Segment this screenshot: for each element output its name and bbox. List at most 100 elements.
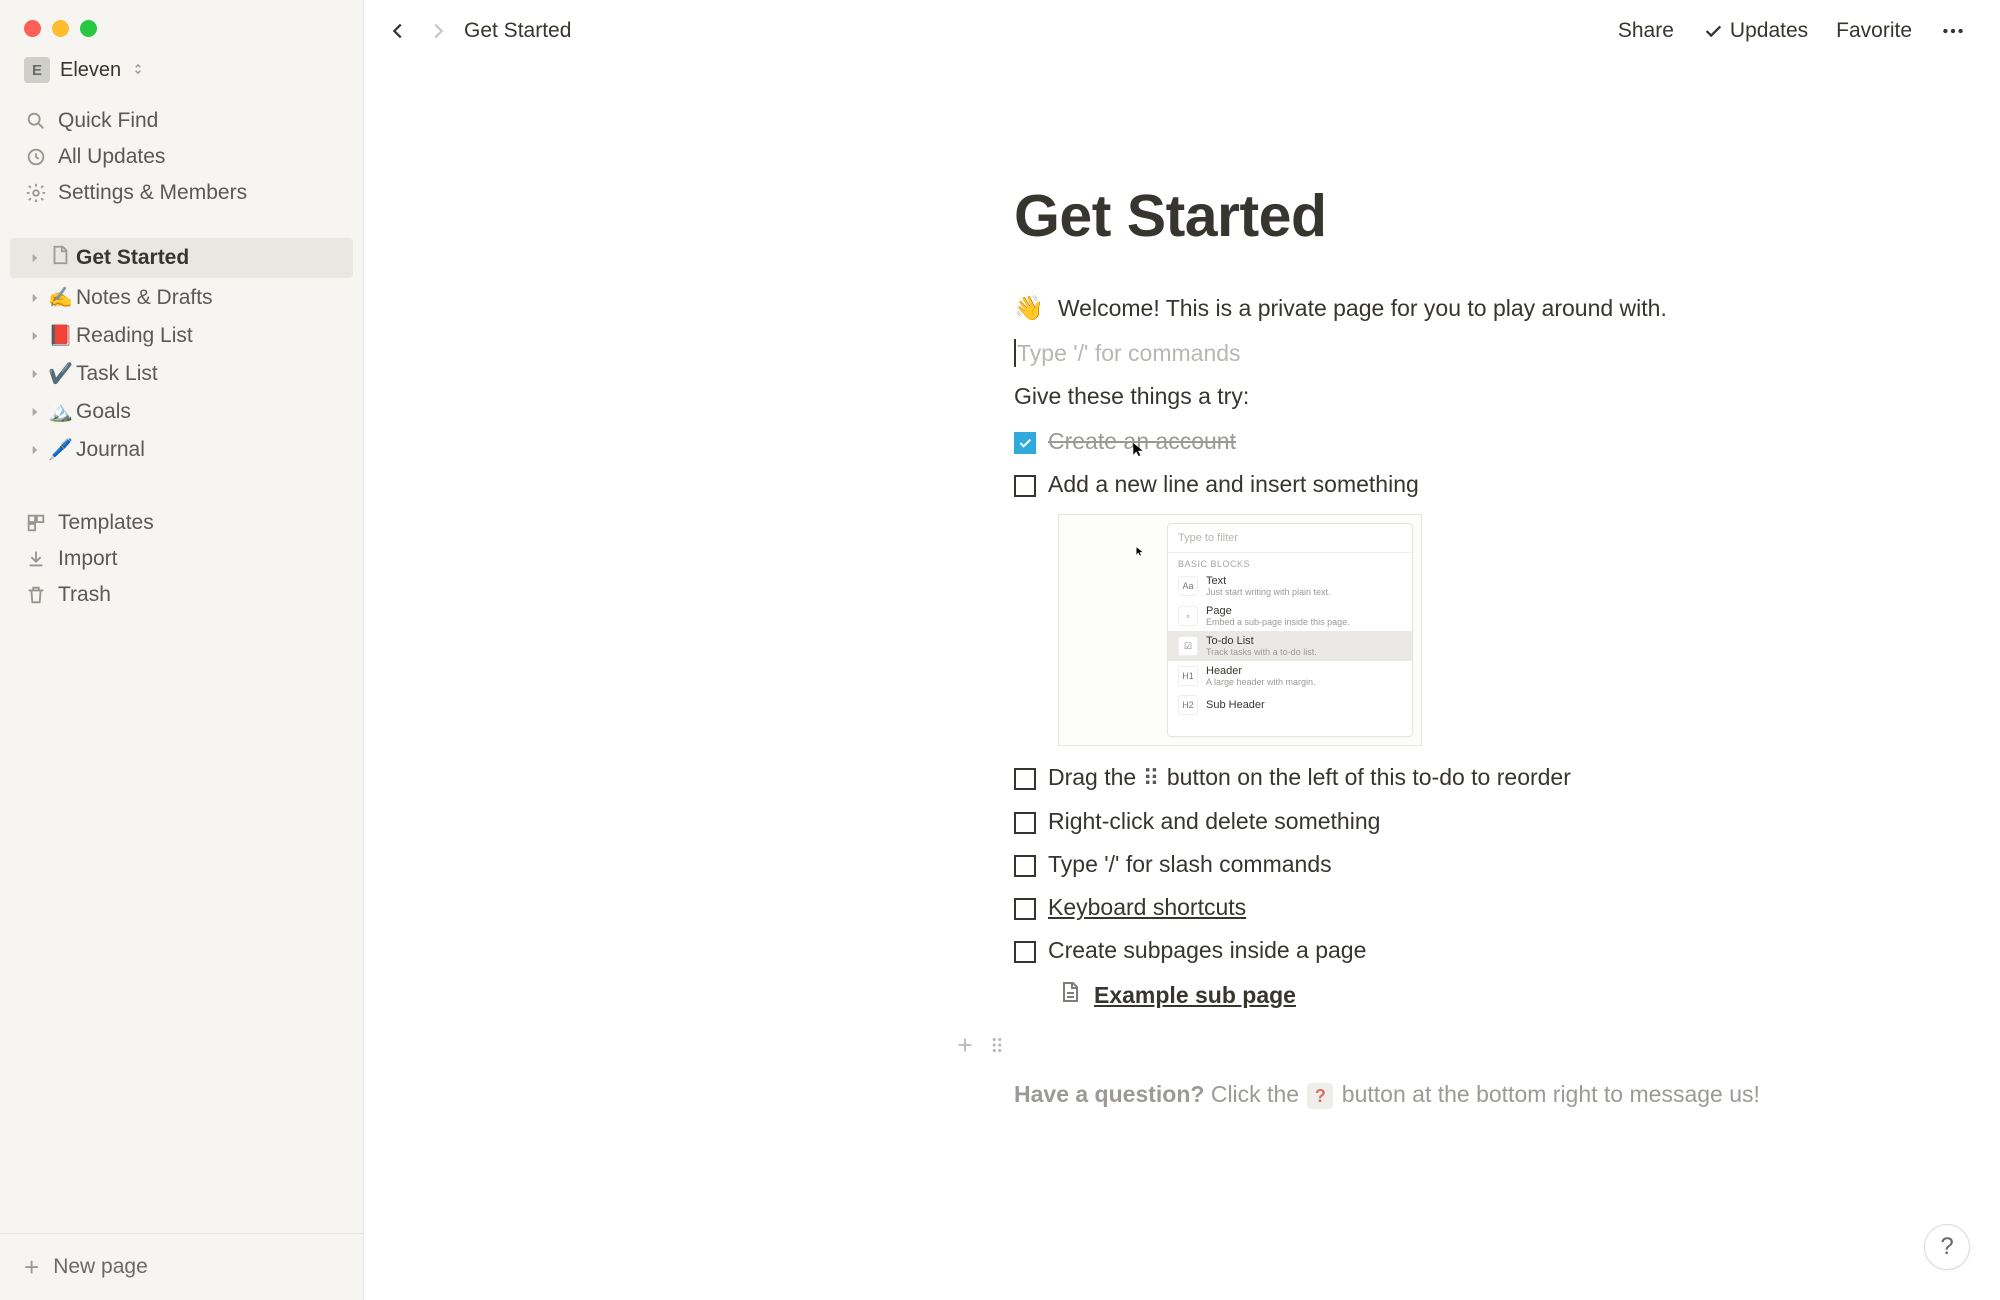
menu-item: Aa TextJust start writing with plain tex… — [1168, 571, 1412, 601]
nav-back-button[interactable] — [384, 17, 412, 45]
chevron-right-icon[interactable] — [26, 249, 44, 267]
page-content: Get Started 👋 Welcome! This is a private… — [1014, 182, 1934, 1109]
sidebar-page-journal[interactable]: 🖊️ Journal — [10, 431, 353, 468]
page-icon — [1058, 980, 1082, 1010]
chevron-right-icon[interactable] — [26, 403, 44, 421]
menu-item: H1 HeaderA large header with margin. — [1168, 661, 1412, 691]
page-emoji: 📕 — [48, 323, 72, 348]
todo-checkbox[interactable] — [1014, 475, 1036, 497]
chevron-right-icon[interactable] — [26, 365, 44, 383]
fullscreen-window-button[interactable] — [80, 20, 97, 37]
window-controls — [0, 0, 363, 49]
question-bold: Have a question? — [1014, 1081, 1204, 1107]
todo-item[interactable]: Create an account — [1014, 428, 1934, 455]
page-title[interactable]: Get Started — [1014, 182, 1934, 250]
more-horizontal-icon — [1940, 18, 1966, 44]
welcome-block[interactable]: 👋 Welcome! This is a private page for yo… — [1014, 294, 1934, 323]
drag-handle-icon: ⠿ — [1143, 765, 1161, 792]
sidebar-page-reading-list[interactable]: 📕 Reading List — [10, 317, 353, 354]
todo-text: Keyboard shortcuts — [1048, 894, 1246, 921]
question-block[interactable]: Have a question? Click the ? button at t… — [1014, 1081, 1934, 1109]
clock-icon — [24, 145, 48, 169]
cursor-icon — [1135, 545, 1144, 560]
chevron-right-icon[interactable] — [26, 289, 44, 307]
wave-emoji: 👋 — [1014, 294, 1044, 323]
quick-find-label: Quick Find — [58, 109, 158, 133]
page-label: Task List — [76, 362, 158, 386]
import-button[interactable]: Import — [8, 541, 355, 577]
menu-item: ☑ To-do ListTrack tasks with a to-do lis… — [1168, 631, 1412, 661]
updates-button[interactable]: Updates — [1694, 15, 1816, 47]
menu-item: H2 Sub Header — [1168, 691, 1412, 719]
h1-icon: H1 — [1178, 666, 1198, 686]
trash-icon — [24, 583, 48, 607]
nav-forward-button[interactable] — [424, 17, 452, 45]
todo-text: Create subpages inside a page — [1048, 937, 1366, 964]
plus-icon: + — [24, 1254, 39, 1280]
templates-label: Templates — [58, 511, 154, 535]
chevron-right-icon[interactable] — [26, 441, 44, 459]
welcome-text: Welcome! This is a private page for you … — [1058, 295, 1667, 322]
sidebar-page-goals[interactable]: 🏔️ Goals — [10, 393, 353, 430]
todo-item[interactable]: Keyboard shortcuts — [1014, 894, 1934, 921]
gear-icon — [24, 181, 48, 205]
page-icon — [48, 244, 72, 272]
todo-checkbox[interactable] — [1014, 432, 1036, 454]
todo-checkbox[interactable] — [1014, 768, 1036, 790]
block-controls — [954, 1034, 1934, 1061]
more-button[interactable] — [1932, 14, 1974, 48]
page-icon: ▫ — [1178, 606, 1198, 626]
help-fab-button[interactable]: ? — [1924, 1224, 1970, 1270]
breadcrumb[interactable]: Get Started — [464, 19, 571, 43]
todo-icon: ☑ — [1178, 636, 1198, 656]
trash-button[interactable]: Trash — [8, 577, 355, 613]
chevron-updown-icon — [131, 62, 145, 78]
todo-text: Type '/' for slash commands — [1048, 851, 1332, 878]
question-badge-icon: ? — [1307, 1083, 1333, 1109]
settings-members-button[interactable]: Settings & Members — [8, 175, 355, 211]
favorite-button[interactable]: Favorite — [1828, 15, 1920, 47]
add-block-button[interactable] — [954, 1034, 976, 1061]
filter-input: Type to filter — [1168, 524, 1412, 553]
sidebar-page-task-list[interactable]: ✔️ Task List — [10, 355, 353, 392]
new-page-button[interactable]: + New page — [8, 1238, 355, 1296]
todo-checkbox[interactable] — [1014, 812, 1036, 834]
share-button[interactable]: Share — [1610, 15, 1682, 47]
todo-text: Create an account — [1048, 428, 1236, 455]
workspace-switcher[interactable]: E Eleven — [0, 49, 363, 97]
page-label: Journal — [76, 438, 145, 462]
page-label: Get Started — [76, 246, 189, 270]
templates-icon — [24, 511, 48, 535]
trash-label: Trash — [58, 583, 111, 607]
todo-item[interactable]: Type '/' for slash commands — [1014, 851, 1934, 878]
todo-item[interactable]: Right-click and delete something — [1014, 808, 1934, 835]
todo-checkbox[interactable] — [1014, 941, 1036, 963]
sidebar: E Eleven Quick Find All Updates Settings… — [0, 0, 364, 1300]
todo-checkbox[interactable] — [1014, 855, 1036, 877]
empty-block-input[interactable]: Type '/' for commands — [1014, 339, 1934, 367]
minimize-window-button[interactable] — [52, 20, 69, 37]
chevron-right-icon[interactable] — [26, 327, 44, 345]
todo-item[interactable]: Drag the ⠿ button on the left of this to… — [1014, 764, 1934, 792]
todo-item[interactable]: Create subpages inside a page — [1014, 937, 1934, 964]
check-icon — [1702, 20, 1724, 42]
todo-checkbox[interactable] — [1014, 898, 1036, 920]
page-label: Goals — [76, 400, 131, 424]
settings-label: Settings & Members — [58, 181, 247, 205]
templates-button[interactable]: Templates — [8, 505, 355, 541]
topbar: Get Started Share Updates Favorite — [364, 0, 2000, 62]
download-icon — [24, 547, 48, 571]
close-window-button[interactable] — [24, 20, 41, 37]
page-emoji: ✍️ — [48, 285, 72, 310]
subpage-link[interactable]: Example sub page — [1058, 980, 1934, 1010]
h2-icon: H2 — [1178, 695, 1198, 715]
sidebar-page-notes-drafts[interactable]: ✍️ Notes & Drafts — [10, 279, 353, 316]
slash-menu-preview: Type to filter BASIC BLOCKS Aa TextJust … — [1058, 514, 1422, 746]
all-updates-button[interactable]: All Updates — [8, 139, 355, 175]
try-header[interactable]: Give these things a try: — [1014, 383, 1934, 410]
new-page-label: New page — [53, 1255, 148, 1279]
todo-item[interactable]: Add a new line and insert something — [1014, 471, 1934, 498]
quick-find-button[interactable]: Quick Find — [8, 103, 355, 139]
sidebar-page-get-started[interactable]: Get Started — [10, 238, 353, 278]
drag-handle-button[interactable] — [986, 1034, 1008, 1061]
